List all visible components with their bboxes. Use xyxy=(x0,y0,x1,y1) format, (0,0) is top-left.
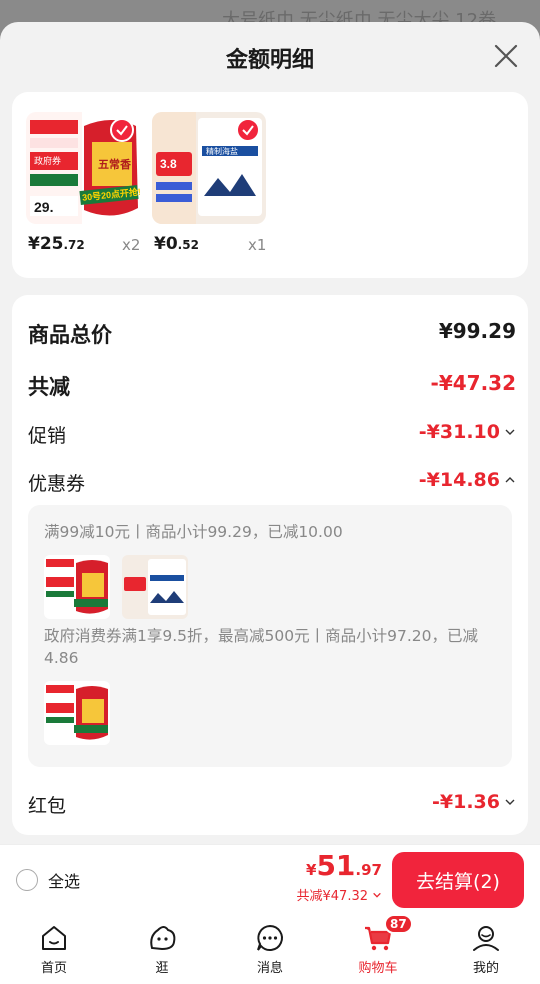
select-all-toggle[interactable]: 全选 xyxy=(16,868,80,892)
cart-count-badge: 87 xyxy=(384,914,413,934)
home-icon xyxy=(42,926,66,950)
products-card: 30号20点开抢! 五常香 政府券 29. ¥25.72 x2 3.8 精制海盐… xyxy=(12,92,528,278)
browse-icon xyxy=(150,926,176,951)
check-icon xyxy=(242,125,254,136)
chevron-down-icon xyxy=(505,799,515,805)
rice-bag-image xyxy=(44,681,110,745)
thumb-text: 3.8 xyxy=(160,157,177,171)
tab-label: 首页 xyxy=(40,961,67,976)
coupon-label: 优惠券 xyxy=(28,473,86,495)
product-quantity: x2 xyxy=(122,236,141,254)
tab-label: 消息 xyxy=(256,961,283,976)
product-image: 30号20点开抢! 五常香 政府券 29. xyxy=(26,112,140,224)
tab-home[interactable]: 首页 xyxy=(0,914,108,984)
total-price: ¥51.97 xyxy=(306,849,382,882)
tab-browse[interactable]: 逛 xyxy=(108,914,216,984)
redpack-value: -¥1.36 xyxy=(432,791,500,813)
reduce-value: -¥47.32 xyxy=(430,371,516,395)
coupon-value: -¥14.86 xyxy=(418,469,500,491)
select-all-label: 全选 xyxy=(48,872,81,891)
product-image: 3.8 精制海盐 xyxy=(152,112,266,224)
product-price: ¥0.52 xyxy=(154,234,199,254)
close-icon xyxy=(494,44,518,68)
currency-symbol: ¥ xyxy=(306,861,317,879)
cart-bar: 全选 ¥51.97 共减¥47.32 去结算(2) xyxy=(0,844,540,914)
tab-cart[interactable]: 87 购物车 xyxy=(324,914,432,984)
coupon-product-thumb xyxy=(44,555,110,619)
tab-profile[interactable]: 我的 xyxy=(432,914,540,984)
total-integer: 51 xyxy=(316,849,356,882)
product-price: ¥25.72 xyxy=(28,234,85,254)
checkout-button[interactable]: 去结算(2) xyxy=(392,852,524,908)
promo-label: 促销 xyxy=(28,425,67,447)
amount-detail-sheet: 金额明细 30号20点开抢! 五常香 政府券 29. ¥25.72 x2 3.8… xyxy=(0,22,540,844)
coupon-detail-box: 满99减10元丨商品小计99.29，已减10.00 政府消费券满1享9.5折，最… xyxy=(28,505,512,767)
coupon-line: 满99减10元丨商品小计99.29，已减10.00 xyxy=(44,523,343,541)
tab-label: 逛 xyxy=(155,961,169,976)
chevron-down-icon xyxy=(373,892,381,898)
thumb-text: 五常香 xyxy=(98,157,132,171)
coupon-product-thumb xyxy=(44,681,110,745)
close-button[interactable] xyxy=(492,42,520,70)
redpack-row[interactable]: 红包 -¥1.36 xyxy=(28,791,516,821)
chevron-down-icon xyxy=(505,429,515,435)
coupon-line: 政府消费券满1享9.5折，最高减500元丨商品小计97.20，已减4.86 xyxy=(44,627,478,667)
product-quantity: x1 xyxy=(248,236,267,254)
promo-value: -¥31.10 xyxy=(418,421,500,443)
total-value: ¥99.29 xyxy=(438,319,516,343)
thumb-text: 29. xyxy=(34,199,53,215)
salt-bag-image xyxy=(122,555,188,619)
selected-badge xyxy=(110,118,134,142)
sheet-title: 金额明细 xyxy=(225,48,314,73)
total-reduce-toggle[interactable]: 共减¥47.32 xyxy=(297,885,383,904)
total-reduce-text: 共减¥47.32 xyxy=(296,889,369,904)
total-row: 商品总价 ¥99.29 xyxy=(28,319,516,349)
promo-row[interactable]: 促销 -¥31.10 xyxy=(28,421,516,451)
total-label: 商品总价 xyxy=(28,323,112,347)
reduce-label: 共减 xyxy=(28,375,70,399)
check-icon xyxy=(116,125,128,136)
bottom-tab-bar: 首页 逛 消息 87 购物车 我的 xyxy=(0,914,540,984)
message-icon xyxy=(257,924,283,951)
coupon-row[interactable]: 优惠券 -¥14.86 xyxy=(28,469,516,499)
select-all-radio[interactable] xyxy=(16,869,38,891)
profile-icon xyxy=(473,926,499,951)
summary-card: 商品总价 ¥99.29 共减 -¥47.32 促销 -¥31.10 优惠券 -¥… xyxy=(12,295,528,835)
tab-label: 我的 xyxy=(472,961,499,976)
coupon-value-wrap: -¥14.86 xyxy=(419,469,516,491)
total-decimal: .97 xyxy=(355,861,382,879)
chevron-up-icon xyxy=(505,477,515,483)
price-integer: ¥25 xyxy=(28,234,64,254)
thumb-text: 精制海盐 xyxy=(206,146,238,156)
tab-messages[interactable]: 消息 xyxy=(216,914,324,984)
price-integer: ¥0 xyxy=(154,234,178,254)
rice-bag-image xyxy=(44,555,110,619)
redpack-label: 红包 xyxy=(28,795,67,817)
tab-label: 购物车 xyxy=(358,961,398,976)
selected-badge xyxy=(236,118,260,142)
coupon-product-thumb xyxy=(122,555,188,619)
promo-value-wrap: -¥31.10 xyxy=(419,421,516,443)
price-decimal: .52 xyxy=(177,238,199,252)
thumb-text: 政府券 xyxy=(34,155,61,166)
redpack-value-wrap: -¥1.36 xyxy=(432,791,516,813)
reduce-row: 共减 -¥47.32 xyxy=(28,371,516,401)
price-decimal: .72 xyxy=(63,238,85,252)
